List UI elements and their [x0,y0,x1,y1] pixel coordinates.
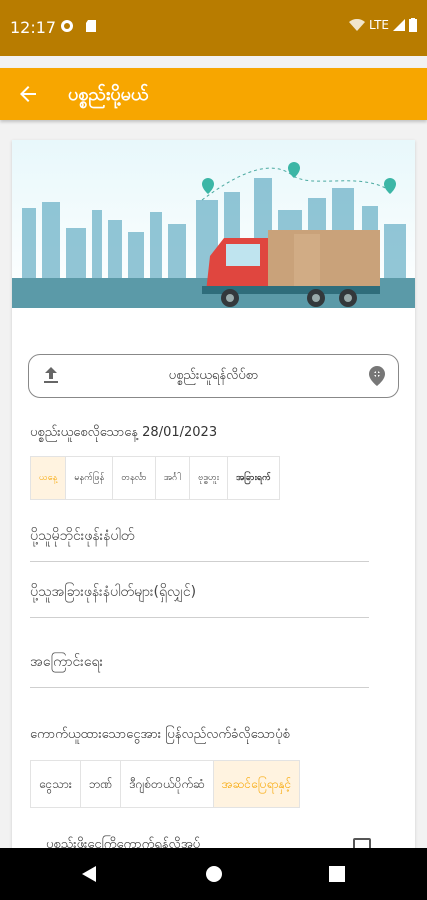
date-option-today[interactable]: ယနေ့ [31,457,67,499]
note-field[interactable]: အကြောင်းရေး [30,652,369,688]
pickup-address-button[interactable]: ပစ္စည်းယူရန်လိပ်စာ [28,354,399,398]
date-option-monday[interactable]: တနင်္လာ [113,457,156,499]
payment-option-cash[interactable]: ငွေသား [31,761,81,807]
status-indicators: LTE [349,18,417,32]
app-bar: ပစ္စည်းပို့မယ် [0,68,427,120]
status-time: 12:17 [10,18,57,37]
status-bar: 12:17 LTE [0,0,427,56]
payment-option-bank[interactable]: ဘဏ် [81,761,122,807]
network-type: LTE [369,18,389,32]
arrow-left-icon[interactable] [16,82,40,106]
battery-icon [409,18,417,32]
page-title: ပစ္စည်းပို့မယ် [68,84,149,105]
signal-icon [393,19,405,31]
send-parcel-form: ပစ္စည်းယူရန်လိပ်စာ ပစ္စည်းယူစေလိုသောနေ့ … [12,140,415,900]
payment-method-selector: ငွေသား ဘဏ် ဒီဂျစ်တယ်ပိုက်ဆံ အဆင်ပြေရာနှင… [30,760,301,808]
sender-other-phone-field[interactable]: ပို့သူအခြားဖုန်းနံပါတ်များ(ရှိလျှင်) [30,582,369,618]
date-option-other[interactable]: အခြားရက် [228,457,279,499]
wifi-icon [349,19,366,31]
payment-method-label: ကောက်ယူထားသောငွေအား ပြန်လည်လက်ခံလိုသောပု… [30,727,290,742]
home-nav-icon[interactable] [205,865,223,883]
pickup-date-selector: ယနေ့ မနက်ဖြန် တနင်္လာ အင်္ဂါ ဗုဒ္ဓဟူး အခ… [30,456,280,500]
sender-phone-field[interactable]: ပို့သူမိုဘိုင်းဖုန်းနံပါတ် [30,526,369,562]
recents-nav-icon[interactable] [328,865,346,883]
notification-app-icon [61,20,73,32]
date-option-tomorrow[interactable]: မနက်ဖြန် [66,457,114,499]
location-pin-icon [369,366,385,386]
sd-card-icon [86,20,96,32]
date-option-wednesday[interactable]: ဗုဒ္ဓဟူး [190,457,229,499]
back-nav-icon[interactable] [80,865,98,883]
delivery-truck-illustration [12,140,415,308]
payment-option-digital[interactable]: ဒီဂျစ်တယ်ပိုက်ဆံ [121,761,214,807]
system-navigation-bar [0,848,427,900]
pickup-date-label: ပစ္စည်းယူစေလိုသောနေ့ 28/01/2023 [30,425,218,440]
pickup-address-label: ပစ္စည်းယူရန်လိပ်စာ [168,368,259,383]
payment-option-convenient[interactable]: အဆင်ပြေရာနှင့် [213,761,300,807]
date-option-tuesday[interactable]: အင်္ဂါ [156,457,191,499]
